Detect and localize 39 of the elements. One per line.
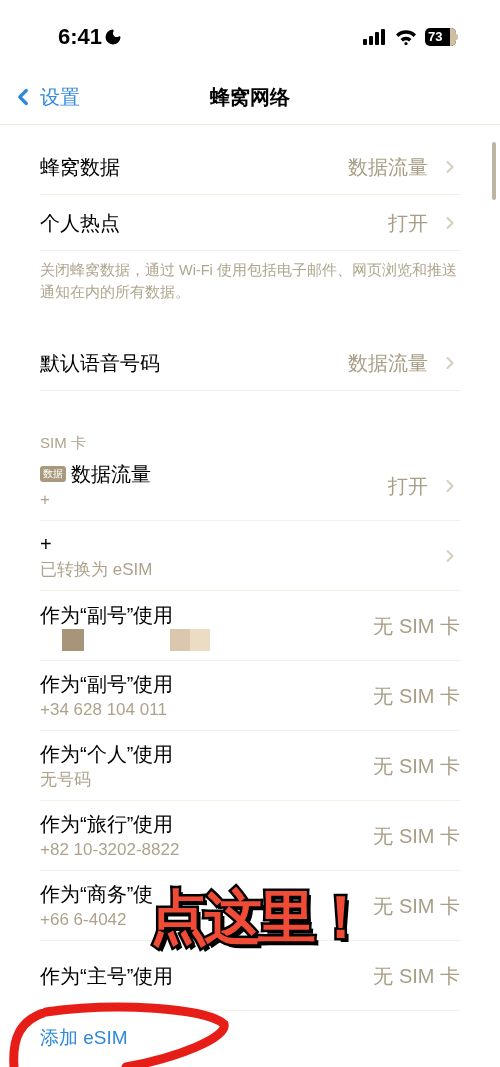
row-value: 打开 — [388, 473, 428, 499]
row-subtitle: + — [40, 488, 50, 511]
row-value: 数据流量 — [348, 154, 428, 180]
row-title[interactable]: 作为“主号”使用 — [40, 961, 174, 990]
row-title[interactable]: 数据流量 — [71, 459, 151, 488]
row-value: 打开 — [388, 210, 428, 236]
row-title[interactable]: 作为“旅行”使用 — [40, 809, 174, 838]
row-subtitle: +34 628 104 011 — [40, 698, 167, 721]
row-title[interactable]: 个人热点 — [40, 207, 388, 238]
row-title[interactable]: 作为“副号”使用 — [40, 669, 174, 698]
row-value: 无 SIM 卡 — [373, 893, 460, 919]
row-subtitle: +66 6-4042 — [40, 908, 127, 931]
row-subtitle: 无号码 — [40, 768, 91, 791]
signal-icon — [363, 28, 387, 45]
page-title: 蜂窝网络 — [210, 85, 290, 110]
section-footer: 关闭蜂窝数据，通过 Wi-Fi 使用包括电子邮件、网页浏览和推送通知在内的所有数据。 — [40, 251, 460, 303]
row-value: 无 SIM 卡 — [373, 753, 460, 779]
add-esim-link[interactable]: 添加 eSIM — [40, 1024, 128, 1053]
moon-icon — [104, 27, 123, 46]
section-header: SIM 卡 — [40, 434, 86, 451]
row-value: 无 SIM 卡 — [373, 613, 460, 639]
row-subtitle: +82 10-3202-8822 — [40, 838, 180, 861]
row-value: 无 SIM 卡 — [373, 823, 460, 849]
row-title[interactable]: 作为“商务”使 — [40, 879, 154, 908]
row-title[interactable]: + — [40, 529, 52, 558]
status-time: 6:41 — [58, 23, 103, 51]
back-button[interactable]: 设置 — [10, 82, 80, 112]
row-title[interactable]: 作为“个人”使用 — [40, 739, 174, 768]
data-badge: 数据 — [40, 465, 66, 482]
wifi-icon — [395, 28, 417, 45]
battery-level: 73 — [428, 30, 444, 43]
row-title[interactable]: 作为“副号”使用 — [40, 600, 174, 629]
row-value: 无 SIM 卡 — [373, 683, 460, 709]
row-title[interactable]: 默认语音号码 — [40, 347, 348, 378]
row-title[interactable]: 蜂窝数据 — [40, 151, 348, 182]
row-subtitle: 已转换为 eSIM — [40, 558, 153, 581]
scrollbar — [492, 142, 496, 200]
row-value: 数据流量 — [348, 350, 428, 376]
row-value: 无 SIM 卡 — [373, 963, 460, 989]
